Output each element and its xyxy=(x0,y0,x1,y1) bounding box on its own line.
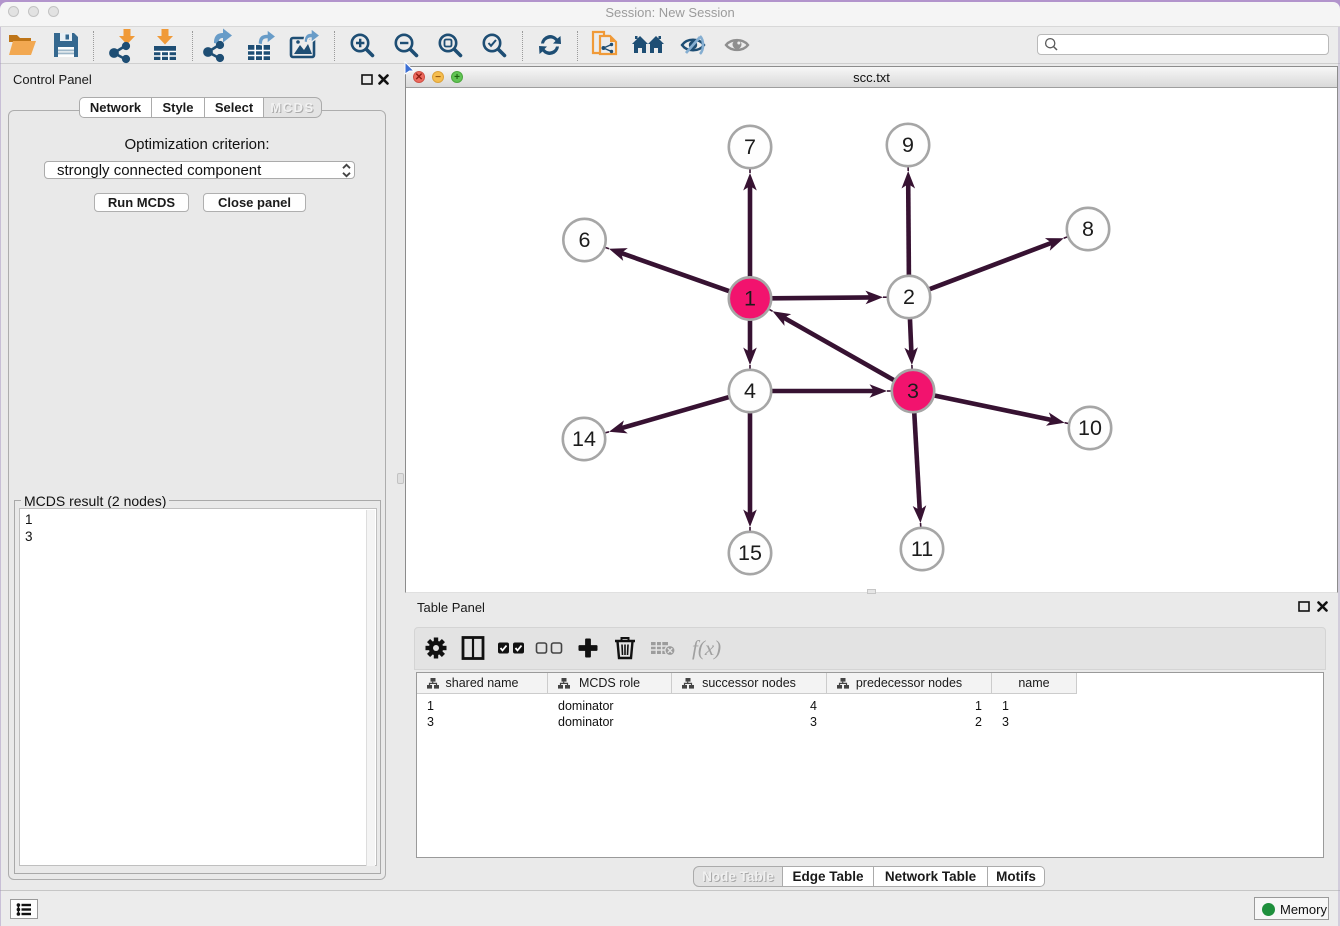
svg-text:6: 6 xyxy=(579,228,591,252)
svg-text:f(x): f(x) xyxy=(692,636,721,660)
svg-text:11: 11 xyxy=(911,537,933,561)
svg-text:7: 7 xyxy=(744,135,756,159)
svg-text:2: 2 xyxy=(903,285,915,309)
svg-text:4: 4 xyxy=(744,379,756,403)
svg-text:10: 10 xyxy=(1078,416,1102,440)
svg-text:9: 9 xyxy=(902,133,914,157)
svg-text:3: 3 xyxy=(907,379,919,403)
svg-text:1: 1 xyxy=(744,287,756,311)
svg-text:15: 15 xyxy=(738,541,762,565)
svg-text:8: 8 xyxy=(1082,217,1094,241)
svg-text:14: 14 xyxy=(572,427,596,451)
